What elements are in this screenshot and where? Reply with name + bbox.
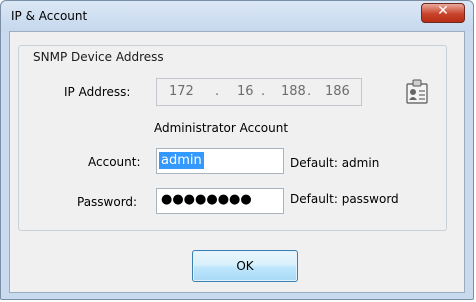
- ip-address-label: IP Address:: [64, 85, 131, 99]
- title-bar[interactable]: IP & Account ✕: [1, 1, 473, 31]
- close-icon: ✕: [437, 3, 449, 19]
- ip-octet-2[interactable]: 16: [237, 84, 254, 99]
- group-legend: SNMP Device Address: [30, 50, 167, 64]
- account-input[interactable]: admin: [156, 148, 284, 174]
- ok-button-label: OK: [236, 259, 254, 273]
- password-default-hint: Default: password: [290, 192, 399, 206]
- id-card-icon[interactable]: [402, 77, 432, 107]
- ip-octet-1[interactable]: 172: [169, 84, 194, 99]
- password-label: Password:: [77, 195, 138, 209]
- ok-button[interactable]: OK: [192, 250, 298, 282]
- password-input[interactable]: ●●●●●●●●: [156, 188, 284, 214]
- ip-dot-2: .: [261, 84, 266, 99]
- ip-octet-4[interactable]: 186: [325, 84, 350, 99]
- account-label: Account:: [88, 155, 141, 169]
- ip-dot-1: .: [215, 84, 220, 99]
- ip-octet-3[interactable]: 188: [281, 84, 306, 99]
- ip-dot-3: .: [307, 84, 312, 99]
- ip-address-field[interactable]: 172 . 16 . 188 . 186: [156, 78, 362, 106]
- window-title: IP & Account: [11, 9, 88, 23]
- password-mask: ●●●●●●●●: [161, 192, 252, 207]
- close-button[interactable]: ✕: [421, 3, 465, 23]
- account-default-hint: Default: admin: [290, 156, 380, 170]
- account-value: admin: [159, 152, 204, 169]
- admin-account-heading: Administrator Account: [154, 121, 289, 135]
